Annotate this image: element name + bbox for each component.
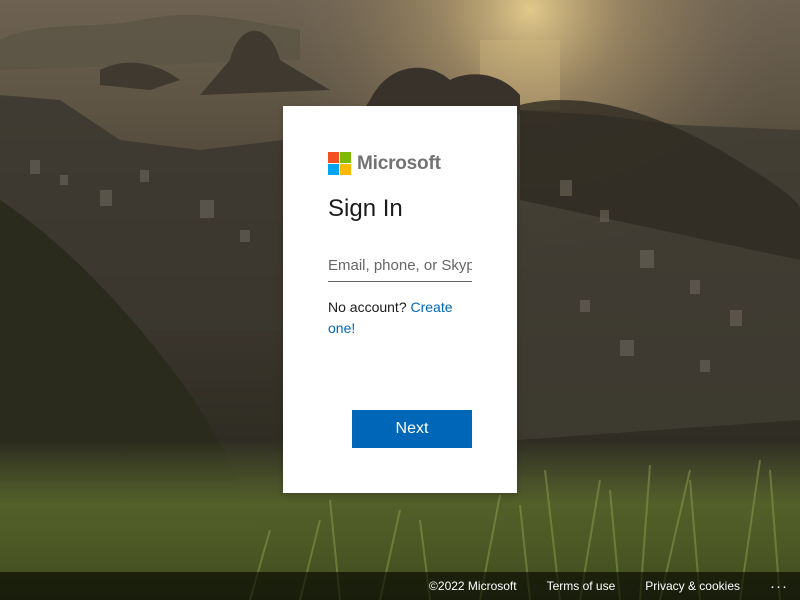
privacy-cookies-link[interactable]: Privacy & cookies xyxy=(645,579,740,593)
signin-card: Microsoft Sign In No account? Create one… xyxy=(283,106,517,493)
logo-square-blue xyxy=(328,164,339,175)
brand-name: Microsoft xyxy=(357,152,441,174)
copyright-text: ©2022 Microsoft xyxy=(429,579,517,593)
footer: ©2022 Microsoft Terms of use Privacy & c… xyxy=(0,572,800,600)
email-field[interactable] xyxy=(328,249,472,282)
terms-of-use-link[interactable]: Terms of use xyxy=(547,579,616,593)
logo-square-green xyxy=(340,152,351,163)
microsoft-logo: Microsoft xyxy=(328,152,441,175)
no-account-text: No account? xyxy=(328,299,407,315)
microsoft-logo-icon xyxy=(328,152,351,175)
more-options-icon[interactable]: ··· xyxy=(770,578,788,595)
no-account-row: No account? Create one! xyxy=(328,297,478,339)
page-title: Sign In xyxy=(328,195,403,222)
logo-square-yellow xyxy=(340,164,351,175)
logo-square-red xyxy=(328,152,339,163)
next-button[interactable]: Next xyxy=(352,410,472,448)
